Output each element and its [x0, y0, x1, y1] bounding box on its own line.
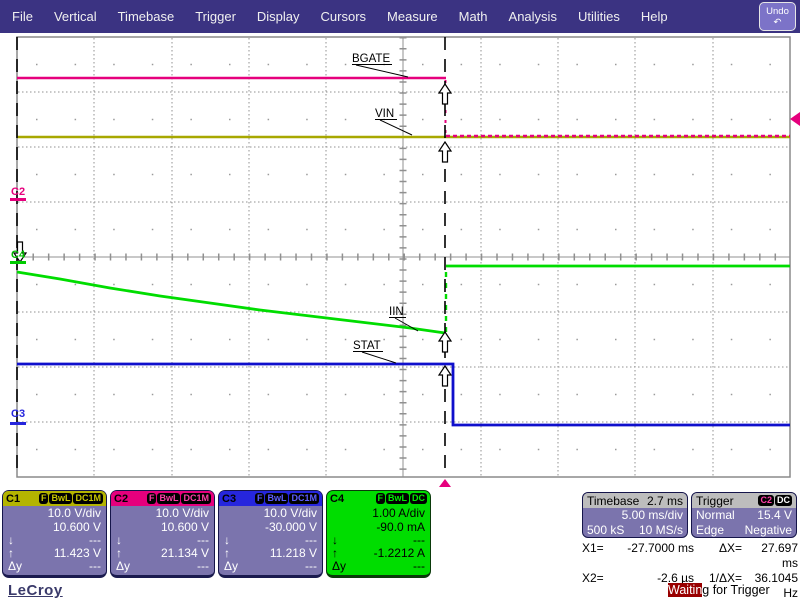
channel-descriptor-c3[interactable]: C3 F BwL DC1M 10.0 V/div -30.000 V ↓--- … [218, 490, 323, 578]
acquisition-status: Waiting for Trigger [668, 583, 770, 597]
menu-math[interactable]: Math [459, 9, 488, 24]
x1-value: -27.7000 ms [612, 541, 694, 571]
cursor-arrow-iin [439, 332, 451, 352]
c4-badge-f: F [376, 493, 386, 504]
menu-file[interactable]: File [12, 9, 33, 24]
waveform-display[interactable]: C2 C4 C3 BGATE VIN IIN STAT [0, 35, 800, 490]
c4-badge-coupling: DC [410, 493, 427, 504]
c4-offset: -90.0 mA [327, 520, 430, 534]
timebase-samples: 500 kS [587, 523, 624, 538]
undo-button[interactable]: Undo ↶ [759, 2, 796, 31]
timebase-scale: 5.00 ms/div [622, 508, 683, 523]
c1-cursor-dy: Δy--- [3, 560, 106, 573]
trigger-mode: Normal [696, 508, 735, 523]
lecroy-logo: LeCroy [8, 582, 63, 599]
c2-badge-f: F [147, 493, 157, 504]
c2-scale: 10.0 V/div [111, 506, 214, 520]
c3-cursor-dy: Δy--- [219, 560, 322, 573]
cursor-arrow-vin [439, 142, 451, 162]
label-vin: VIN [375, 108, 394, 120]
c4-cursor-dy: Δy--- [327, 560, 430, 573]
callout-vin [380, 120, 412, 135]
c1-name: C1 [6, 493, 20, 505]
c1-scale: 10.0 V/div [3, 506, 106, 520]
menu-help[interactable]: Help [641, 9, 668, 24]
c2-badge-coupling: DC1M [181, 493, 211, 504]
c3-zero-tick [10, 422, 26, 425]
menu-analysis[interactable]: Analysis [509, 9, 557, 24]
menu-cursors[interactable]: Cursors [321, 9, 367, 24]
c3-name: C3 [222, 493, 236, 505]
trigger-coupling-badge: DC [775, 495, 792, 506]
c2-name: C2 [114, 493, 128, 505]
c2-zero-tick [10, 198, 26, 201]
timebase-rate: 10 MS/s [639, 523, 683, 538]
c1-badge-bwl: BwL [49, 493, 72, 504]
c3-zero-label: C3 [11, 408, 25, 420]
trigger-type: Edge [696, 523, 724, 538]
c2-cursor-dy: Δy--- [111, 560, 214, 573]
menu-vertical[interactable]: Vertical [54, 9, 97, 24]
trigger-box[interactable]: Trigger C2 DC Normal 15.4 V Edge Negative [691, 492, 797, 538]
c4-badge-bwl: BwL [386, 493, 409, 504]
menu-trigger[interactable]: Trigger [195, 9, 236, 24]
trigger-title: Trigger [696, 494, 734, 508]
label-bgate: BGATE [352, 53, 390, 65]
c3-badge-f: F [255, 493, 265, 504]
undo-icon: ↶ [760, 17, 795, 28]
trigger-level-marker[interactable] [790, 112, 800, 126]
c2-badge-bwl: BwL [157, 493, 180, 504]
c4-zero-label: C4 [11, 249, 26, 261]
timebase-title: Timebase [587, 494, 639, 508]
trigger-level: 15.4 V [757, 508, 792, 523]
callout-iin [395, 318, 418, 331]
c1-badge-coupling: DC1M [73, 493, 103, 504]
c4-zero-tick [10, 261, 26, 264]
menu-bar: File Vertical Timebase Trigger Display C… [0, 0, 800, 33]
trace-c4-iin-decay [17, 272, 445, 333]
c3-scale: 10.0 V/div [219, 506, 322, 520]
menu-timebase[interactable]: Timebase [118, 9, 175, 24]
undo-label: Undo [760, 6, 795, 17]
callout-stat [362, 352, 396, 363]
label-stat: STAT [353, 340, 381, 352]
c1-badge-f: F [39, 493, 49, 504]
c3-badge-coupling: DC1M [289, 493, 319, 504]
c3-badge-bwl: BwL [265, 493, 288, 504]
cursor-arrow-bgate [439, 84, 451, 104]
cursor-arrow-stat [439, 366, 451, 386]
c2-zero-label: C2 [11, 186, 25, 198]
dx-label: ΔX= [694, 541, 742, 571]
x2-label: X2= [582, 571, 612, 600]
status-highlight: Waitin [668, 583, 702, 597]
cursor-arrows[interactable] [14, 84, 451, 386]
oscilloscope-screen: File Vertical Timebase Trigger Display C… [0, 0, 800, 600]
c3-offset: -30.000 V [219, 520, 322, 534]
timebase-box[interactable]: Timebase 2.7 ms 5.00 ms/div 500 kS 10 MS/… [582, 492, 688, 538]
channel-descriptor-c4[interactable]: C4 F BwL DC 1.00 A/div -90.0 mA ↓--- ↑-1… [326, 490, 431, 578]
label-iin: IIN [389, 306, 404, 318]
channel-descriptor-c2[interactable]: C2 F BwL DC1M 10.0 V/div 10.600 V ↓--- ↑… [110, 490, 215, 578]
trigger-slope: Negative [745, 523, 792, 538]
c4-scale: 1.00 A/div [327, 506, 430, 520]
c4-name: C4 [330, 493, 344, 505]
trigger-source-badge: C2 [758, 495, 774, 506]
menu-display[interactable]: Display [257, 9, 300, 24]
dx-value: 27.697 ms [742, 541, 798, 571]
menu-measure[interactable]: Measure [387, 9, 438, 24]
grid [17, 37, 790, 477]
status-rest: g for Trigger [702, 583, 769, 597]
c2-offset: 10.600 V [111, 520, 214, 534]
trigger-position-marker[interactable] [439, 479, 451, 487]
c1-offset: 10.600 V [3, 520, 106, 534]
menu-utilities[interactable]: Utilities [578, 9, 620, 24]
x1-label: X1= [582, 541, 612, 571]
timebase-delay: 2.7 ms [647, 494, 683, 508]
channel-descriptor-c1[interactable]: C1 F BwL DC1M 10.0 V/div 10.600 V ↓--- ↑… [2, 490, 107, 578]
